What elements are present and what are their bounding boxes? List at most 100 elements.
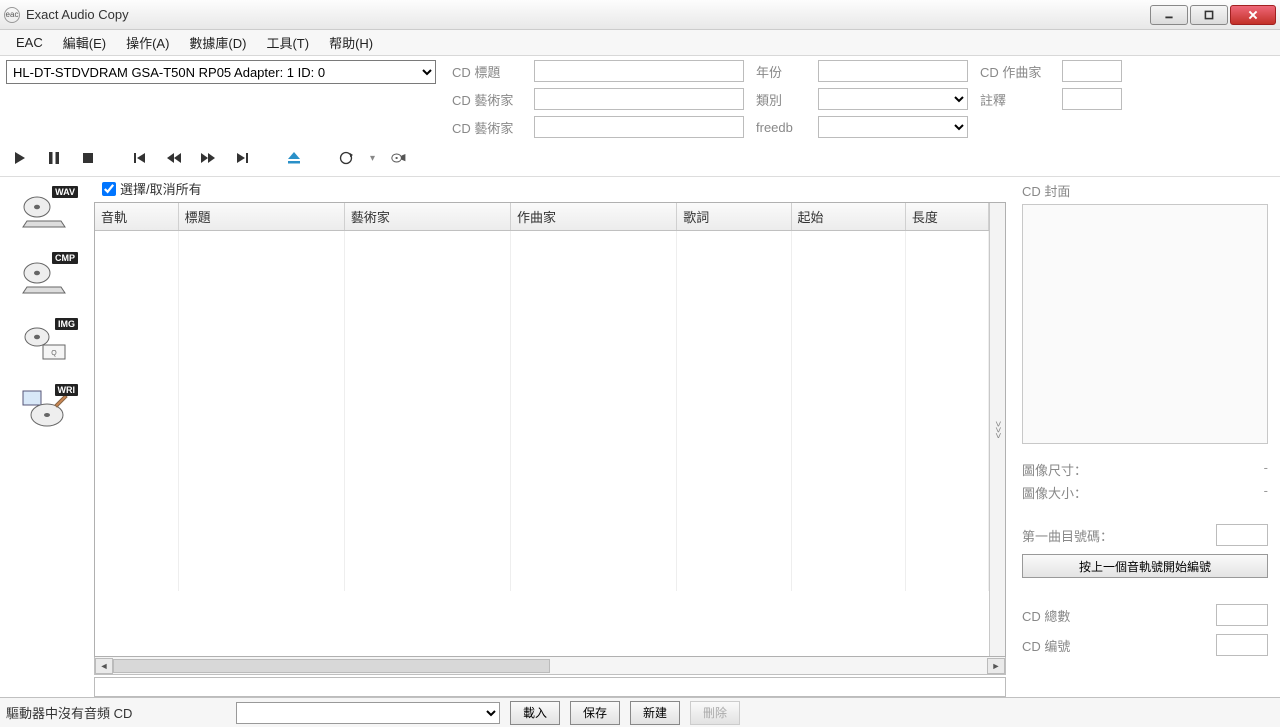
maximize-icon bbox=[1203, 9, 1215, 21]
first-track-label: 第一曲目號碼： bbox=[1022, 526, 1113, 545]
record-button[interactable] bbox=[389, 148, 409, 168]
composer-input[interactable] bbox=[1062, 60, 1122, 82]
menu-tools[interactable]: 工具(T) bbox=[256, 29, 319, 56]
profile-select[interactable] bbox=[236, 702, 500, 724]
maximize-button[interactable] bbox=[1190, 5, 1228, 25]
skip-next-icon bbox=[234, 150, 250, 166]
img-dim-label: 圖像尺寸： bbox=[1022, 460, 1087, 479]
close-button[interactable] bbox=[1230, 5, 1276, 25]
cd-artist2-label: CD 藝術家 bbox=[452, 118, 522, 137]
col-artist[interactable]: 藝術家 bbox=[344, 203, 510, 231]
table-header-row: 音軌 標題 藝術家 作曲家 歌詞 起始 長度 bbox=[95, 203, 989, 231]
playback-toolbar: ▾ bbox=[6, 148, 1274, 168]
img-size-label: 圖像大小： bbox=[1022, 483, 1087, 502]
menubar: EAC 編輯(E) 操作(A) 數據庫(D) 工具(T) 帮助(H) bbox=[0, 30, 1280, 56]
left-toolbar: WAV CMP IMG Q WRI bbox=[0, 177, 90, 697]
track-table[interactable]: 音軌 標題 藝術家 作曲家 歌詞 起始 長度 bbox=[95, 203, 989, 591]
center-panel: 選擇/取消所有 音軌 標題 藝術家 作曲家 歌詞 起始 長度 bbox=[90, 177, 1010, 697]
dropdown-arrow-icon[interactable]: ▾ bbox=[370, 153, 375, 164]
main-area: WAV CMP IMG Q WRI 選擇/取消所有 bbox=[0, 177, 1280, 697]
track-table-wrap: 音軌 標題 藝術家 作曲家 歌詞 起始 長度 >>> bbox=[94, 202, 1006, 657]
cover-art-box[interactable] bbox=[1022, 204, 1268, 444]
menu-action[interactable]: 操作(A) bbox=[116, 29, 179, 56]
cd-total-input[interactable] bbox=[1216, 604, 1268, 626]
app-icon: eac bbox=[4, 7, 20, 23]
img-badge: IMG bbox=[55, 318, 78, 330]
eject-icon bbox=[286, 150, 302, 166]
play-button[interactable] bbox=[10, 148, 30, 168]
cd-title-input[interactable] bbox=[534, 60, 744, 82]
minimize-icon bbox=[1163, 9, 1175, 21]
renumber-button[interactable]: 按上一個音軌號開始編號 bbox=[1022, 554, 1268, 578]
col-title[interactable]: 標題 bbox=[178, 203, 344, 231]
drive-select[interactable]: HL-DT-STDVDRAM GSA-T50N RP05 Adapter: 1 … bbox=[6, 60, 436, 84]
col-start[interactable]: 起始 bbox=[791, 203, 905, 231]
skip-prev-icon bbox=[132, 150, 148, 166]
wri-badge: WRI bbox=[55, 384, 79, 396]
right-panel: CD 封面 圖像尺寸：- 圖像大小：- 第一曲目號碼： 按上一個音軌號開始編號 … bbox=[1010, 177, 1280, 697]
col-track[interactable]: 音軌 bbox=[95, 203, 178, 231]
year-input[interactable] bbox=[818, 60, 968, 82]
freedb-select[interactable] bbox=[818, 116, 968, 138]
horizontal-scrollbar[interactable]: ◄ ► bbox=[94, 657, 1006, 675]
extract-image-button[interactable]: IMG Q bbox=[9, 315, 81, 371]
menu-help[interactable]: 帮助(H) bbox=[319, 29, 383, 56]
pause-icon bbox=[46, 150, 62, 166]
meta-grid: CD 標題 年份 CD 作曲家 CD 藝術家 類別 註釋 CD 藝術家 free… bbox=[452, 60, 1122, 138]
extract-compressed-button[interactable]: CMP bbox=[9, 249, 81, 305]
stop-button[interactable] bbox=[78, 148, 98, 168]
cd-number-label: CD 编號 bbox=[1022, 636, 1070, 655]
extract-wav-button[interactable]: WAV bbox=[9, 183, 81, 239]
write-cd-button[interactable]: WRI bbox=[9, 381, 81, 437]
delete-profile-button: 刪除 bbox=[690, 701, 740, 725]
cd-title-label: CD 標題 bbox=[452, 62, 522, 81]
forward-icon bbox=[200, 150, 216, 166]
prev-track-button[interactable] bbox=[130, 148, 150, 168]
col-lyrics[interactable]: 歌詞 bbox=[677, 203, 791, 231]
cd-artist-label: CD 藝術家 bbox=[452, 90, 522, 109]
top-area: HL-DT-STDVDRAM GSA-T50N RP05 Adapter: 1 … bbox=[0, 56, 1280, 177]
rewind-button[interactable] bbox=[164, 148, 184, 168]
menu-edit[interactable]: 編輯(E) bbox=[53, 29, 116, 56]
scroll-thumb[interactable] bbox=[113, 659, 550, 673]
bottom-text-input[interactable] bbox=[94, 677, 1006, 697]
forward-button[interactable] bbox=[198, 148, 218, 168]
table-empty-row bbox=[95, 231, 989, 591]
save-profile-button[interactable]: 保存 bbox=[570, 701, 620, 725]
play-icon bbox=[12, 150, 28, 166]
col-composer[interactable]: 作曲家 bbox=[511, 203, 677, 231]
eject-button[interactable] bbox=[284, 148, 304, 168]
first-track-input[interactable] bbox=[1216, 524, 1268, 546]
wav-badge: WAV bbox=[52, 186, 78, 198]
cd-number-input[interactable] bbox=[1216, 634, 1268, 656]
select-all-checkbox[interactable] bbox=[102, 182, 116, 196]
img-dim-value: - bbox=[1264, 460, 1268, 479]
scroll-left-arrow[interactable]: ◄ bbox=[95, 658, 113, 674]
menu-eac[interactable]: EAC bbox=[6, 31, 53, 54]
new-profile-button[interactable]: 新建 bbox=[630, 701, 680, 725]
year-label: 年份 bbox=[756, 62, 806, 81]
cd-artist-input[interactable] bbox=[534, 88, 744, 110]
genre-select[interactable] bbox=[818, 88, 968, 110]
window-title: Exact Audio Copy bbox=[26, 7, 1150, 22]
minimize-button[interactable] bbox=[1150, 5, 1188, 25]
next-track-button[interactable] bbox=[232, 148, 252, 168]
loop-icon bbox=[338, 150, 354, 166]
col-length[interactable]: 長度 bbox=[905, 203, 988, 231]
load-button[interactable]: 載入 bbox=[510, 701, 560, 725]
scroll-right-arrow[interactable]: ► bbox=[987, 658, 1005, 674]
comment-input[interactable] bbox=[1062, 88, 1122, 110]
expand-grip[interactable]: >>> bbox=[989, 203, 1005, 656]
loop-button[interactable] bbox=[336, 148, 356, 168]
select-all-label: 選擇/取消所有 bbox=[120, 179, 202, 198]
statusbar: 驅動器中沒有音頻 CD 載入 保存 新建 刪除 bbox=[0, 697, 1280, 727]
scroll-track[interactable] bbox=[113, 659, 987, 673]
pause-button[interactable] bbox=[44, 148, 64, 168]
freedb-label: freedb bbox=[756, 120, 806, 135]
comment-label: 註釋 bbox=[980, 90, 1050, 109]
cover-label: CD 封面 bbox=[1022, 181, 1268, 200]
cd-artist2-input[interactable] bbox=[534, 116, 744, 138]
genre-label: 類別 bbox=[756, 90, 806, 109]
menu-database[interactable]: 數據庫(D) bbox=[179, 29, 256, 56]
img-size-value: - bbox=[1264, 483, 1268, 502]
